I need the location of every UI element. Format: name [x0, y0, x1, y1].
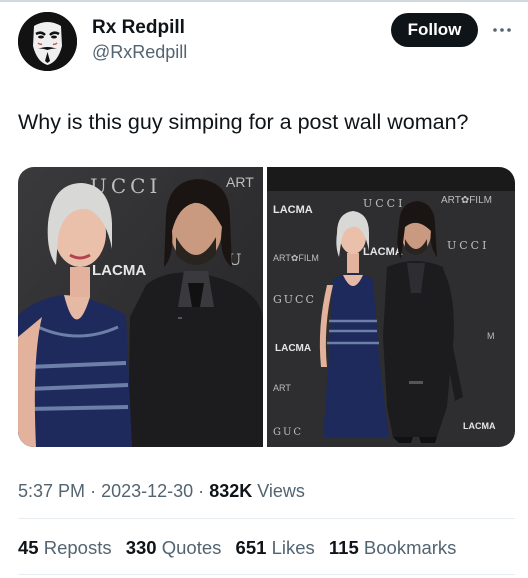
backdrop-text: LACMA: [273, 204, 313, 216]
backdrop-text: UCCI: [447, 239, 489, 252]
backdrop-text: GUC: [273, 427, 303, 438]
separator: ·: [90, 481, 97, 501]
backdrop-text: ART✿FILM: [273, 253, 319, 263]
backdrop-text: LACMA: [92, 262, 146, 279]
views-label: Views: [257, 481, 305, 501]
timestamp-time[interactable]: 5:37 PM: [18, 481, 85, 501]
reposts-stat[interactable]: 45 Reposts: [18, 537, 112, 558]
media-grid: UCCI ART LACMA U LACMA UCCI ART✿FILM ART…: [18, 167, 515, 447]
top-border: [0, 0, 528, 2]
divider: [18, 574, 515, 575]
engagement-stats: 45 Reposts 330 Quotes 651 Likes 115 Book…: [18, 537, 465, 559]
backdrop-text: M: [487, 331, 495, 341]
more-options-icon[interactable]: [490, 20, 514, 40]
backdrop-text: ART✿FILM: [441, 195, 492, 206]
tweet-metadata: 5:37 PM · 2023-12-30 · 832K Views: [18, 481, 305, 502]
author-display-name[interactable]: Rx Redpill: [92, 17, 185, 39]
backdrop-text: UCCI: [363, 197, 405, 210]
author-handle[interactable]: @RxRedpill: [92, 42, 187, 63]
quotes-stat[interactable]: 330 Quotes: [126, 537, 222, 558]
quotes-label: Quotes: [161, 537, 222, 558]
backdrop-text: LACMA: [463, 421, 496, 431]
bookmarks-count: 115: [328, 537, 359, 558]
follow-button[interactable]: Follow: [391, 13, 478, 47]
likes-stat[interactable]: 651 Likes: [236, 537, 315, 558]
views-count: 832K: [209, 481, 253, 501]
bookmarks-label: Bookmarks: [363, 537, 457, 558]
likes-count: 651: [235, 537, 267, 558]
reposts-label: Reposts: [43, 537, 112, 558]
separator: ·: [198, 481, 205, 501]
avatar[interactable]: [18, 12, 77, 71]
backdrop-text: ART: [226, 174, 254, 190]
divider: [18, 518, 515, 519]
likes-label: Likes: [271, 537, 315, 558]
backdrop-text: GUCC: [273, 293, 316, 306]
bookmarks-stat[interactable]: 115 Bookmarks: [329, 537, 457, 558]
photo-left[interactable]: UCCI ART LACMA U: [18, 167, 263, 447]
tweet-text: Why is this guy simping for a post wall …: [18, 110, 469, 134]
reposts-count: 45: [18, 537, 39, 558]
backdrop-text: LACMA: [275, 343, 311, 354]
timestamp-date[interactable]: 2023-12-30: [101, 481, 193, 501]
quotes-count: 330: [125, 537, 157, 558]
backdrop-text: ART: [273, 383, 291, 393]
photo-right[interactable]: LACMA UCCI ART✿FILM ART✿FILM LACMA UCCI …: [267, 167, 515, 447]
